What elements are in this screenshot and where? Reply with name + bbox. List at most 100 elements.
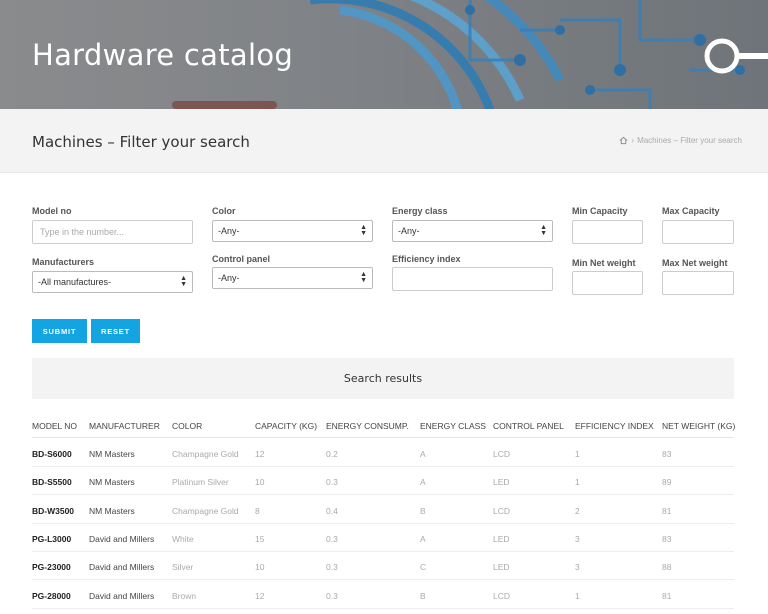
- color-cell: Brown: [172, 590, 197, 601]
- manufacturer-cell: NM Masters: [89, 505, 135, 516]
- energy-class-cell: B: [420, 590, 426, 601]
- hero-banner: Hardware catalog: [0, 0, 768, 109]
- energy-consumption-cell: 0.3: [326, 533, 338, 544]
- capacity-cell: 10: [255, 477, 265, 488]
- breadcrumb: › Machines – Filter your search: [619, 136, 742, 145]
- model-no-cell: PG-28000: [32, 590, 71, 601]
- control-panel-cell: LCD: [493, 590, 511, 601]
- color-cell: Champagne Gold: [172, 505, 239, 516]
- column-header: CAPACITY (KG): [255, 421, 318, 431]
- max-net-weight-label: Max Net weight: [662, 258, 728, 268]
- capacity-cell: 10: [255, 562, 265, 573]
- submit-button[interactable]: SUBMIT: [32, 319, 87, 343]
- column-header: ENERGY CONSUMP.: [326, 421, 409, 431]
- hero-title: Hardware catalog: [32, 38, 294, 72]
- color-select[interactable]: -Any- ▲ ▼: [212, 220, 373, 242]
- column-header: EFFICIENCY INDEX: [575, 421, 654, 431]
- column-header: MODEL NO: [32, 421, 78, 431]
- control-panel-cell: LCD: [493, 449, 511, 459]
- home-icon[interactable]: [619, 136, 628, 145]
- control-panel-label: Control panel: [212, 254, 270, 264]
- page-title: Machines – Filter your search: [32, 133, 250, 151]
- control-panel-cell: LCD: [493, 505, 511, 516]
- results-table-header: MODEL NO MANUFACTURER COLOR CAPACITY (KG…: [32, 412, 736, 438]
- control-panel-cell: LED: [493, 477, 510, 488]
- model-no-cell: PG-L3000: [32, 533, 72, 544]
- energy-class-cell: B: [420, 505, 426, 516]
- manufacturer-cell: David and Millers: [89, 533, 155, 544]
- control-panel-cell: LED: [493, 562, 510, 573]
- min-net-weight-input[interactable]: [572, 271, 643, 295]
- column-header: MANUFACTURER: [89, 421, 160, 431]
- energy-class-cell: A: [420, 449, 426, 459]
- control-panel-select[interactable]: -Any- ▲ ▼: [212, 267, 373, 289]
- column-header: ENERGY CLASS: [420, 421, 486, 431]
- capacity-cell: 15: [255, 533, 265, 544]
- control-panel-cell: LED: [493, 533, 510, 544]
- table-row: BD-S6000 NM Masters Champagne Gold 12 0.2 A LC…: [32, 439, 734, 467]
- color-cell: Silver: [172, 562, 194, 573]
- min-net-weight-label: Min Net weight: [572, 258, 636, 268]
- table-row: PG-28000 David and Millers Brown 12 0.3 B LCD 1…: [32, 581, 734, 609]
- net-weight-cell: 88: [662, 562, 672, 573]
- energy-consumption-cell: 0.4: [326, 505, 338, 516]
- results-header: Search results: [32, 358, 734, 399]
- manufacturer-cell: David and Millers: [89, 590, 155, 601]
- color-cell: Platinum Silver: [172, 477, 229, 488]
- net-weight-cell: 89: [662, 477, 672, 488]
- energy-class-select-value: -Any-: [398, 226, 420, 236]
- energy-class-cell: A: [420, 477, 426, 488]
- manufacturers-select-value: -All manufactures-: [38, 277, 112, 287]
- net-weight-cell: 81: [662, 505, 672, 516]
- model-no-cell: BD-S5500: [32, 477, 72, 488]
- max-net-weight-input[interactable]: [662, 271, 734, 295]
- color-label: Color: [212, 206, 236, 216]
- breadcrumb-separator: ›: [631, 136, 635, 145]
- model-no-input[interactable]: [32, 220, 193, 244]
- color-select-value: -Any-: [218, 226, 240, 236]
- column-header: NET WEIGHT (KG): [662, 421, 736, 431]
- min-capacity-label: Min Capacity: [572, 206, 628, 216]
- manufacturers-select[interactable]: -All manufactures- ▲ ▼: [32, 271, 193, 293]
- manufacturer-cell: NM Masters: [89, 477, 135, 488]
- net-weight-cell: 83: [662, 449, 672, 459]
- efficiency-index-cell: 2: [575, 505, 580, 516]
- table-row: PG-23000 David and Millers Silver 10 0.3 C LED…: [32, 552, 734, 581]
- efficiency-index-cell: 1: [575, 590, 580, 601]
- model-no-label: Model no: [32, 206, 72, 216]
- capacity-cell: 8: [255, 505, 260, 516]
- control-panel-select-value: -Any-: [218, 273, 240, 283]
- energy-consumption-cell: 0.2: [326, 449, 338, 459]
- energy-class-cell: A: [420, 533, 426, 544]
- model-no-cell: PG-23000: [32, 562, 71, 573]
- color-cell: White: [172, 533, 194, 544]
- reset-button[interactable]: RESET: [91, 319, 140, 343]
- select-arrows-icon: ▲ ▼: [360, 271, 367, 284]
- efficiency-index-label: Efficiency index: [392, 254, 461, 264]
- table-row: PG-L3000 David and Millers White 15 0.3 A LED 3…: [32, 524, 734, 552]
- select-arrows-icon: ▲ ▼: [360, 224, 367, 237]
- energy-consumption-cell: 0.3: [326, 590, 338, 601]
- manufacturers-label: Manufacturers: [32, 257, 95, 267]
- energy-consumption-cell: 0.3: [326, 477, 338, 488]
- energy-class-select[interactable]: -Any- ▲ ▼: [392, 220, 553, 242]
- results-title: Search results: [343, 372, 423, 385]
- color-cell: Champagne Gold: [172, 449, 239, 459]
- energy-consumption-cell: 0.3: [326, 562, 338, 573]
- net-weight-cell: 83: [662, 533, 672, 544]
- energy-class-label: Energy class: [392, 206, 448, 216]
- column-header: COLOR: [172, 421, 203, 431]
- energy-class-cell: C: [420, 562, 427, 573]
- max-capacity-input[interactable]: [662, 220, 734, 244]
- capacity-cell: 12: [255, 590, 265, 601]
- net-weight-cell: 81: [662, 590, 672, 601]
- table-row: BD-S5500 NM Masters Platinum Silver 10 0.3 A L…: [32, 467, 734, 496]
- breadcrumb-current: Machines – Filter your search: [637, 136, 742, 145]
- column-header: CONTROL PANEL: [493, 421, 564, 431]
- efficiency-index-cell: 3: [575, 562, 580, 573]
- efficiency-index-cell: 1: [575, 477, 580, 488]
- model-no-cell: BD-S6000: [32, 449, 72, 459]
- efficiency-index-input[interactable]: [392, 267, 553, 291]
- min-capacity-input[interactable]: [572, 220, 643, 244]
- select-arrows-icon: ▲ ▼: [180, 275, 187, 288]
